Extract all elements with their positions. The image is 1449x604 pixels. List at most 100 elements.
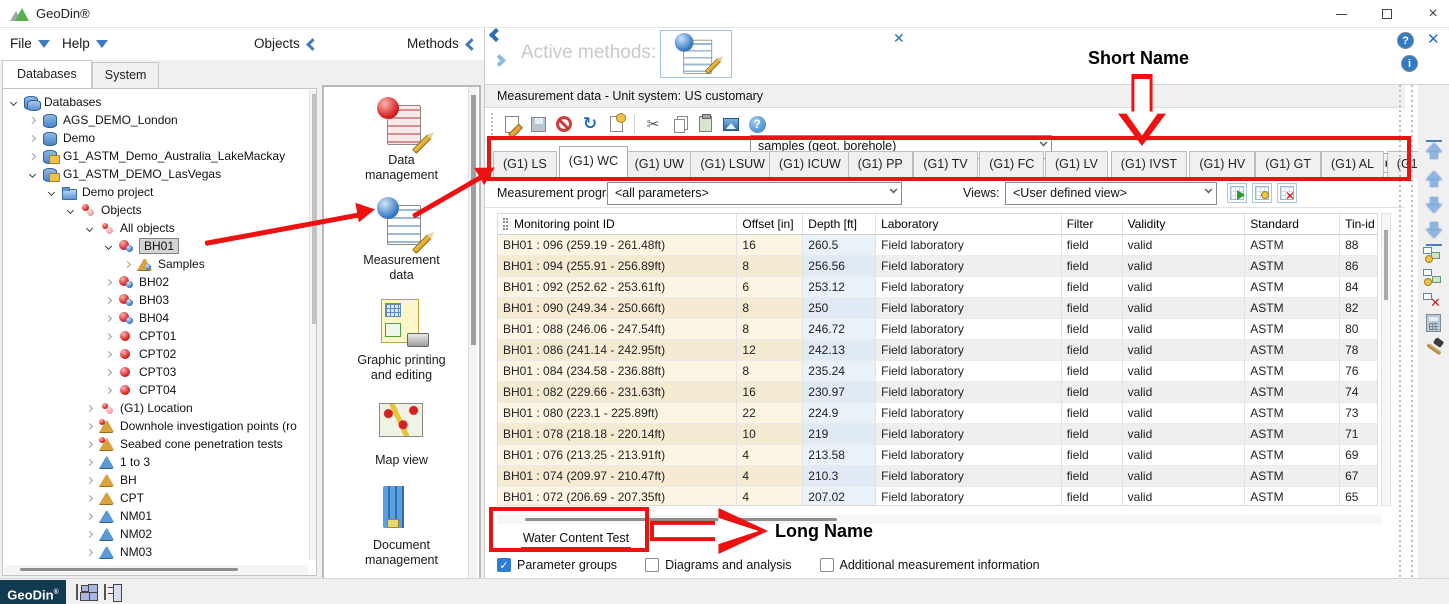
cancel-icon[interactable] [552,112,576,136]
collapse-panel-icon[interactable] [489,28,503,42]
table-row[interactable]: BH01 : 076 (213.25 - 213.91ft)4213.58Fie… [498,445,1377,466]
help-icon[interactable]: ? [745,112,769,136]
save-icon[interactable] [526,112,550,136]
checkbox-parameter-groups[interactable]: ✓Parameter groups [497,558,617,572]
method-map-view[interactable]: Map view [332,397,472,468]
views-dropdown[interactable]: <User defined view> [1005,182,1217,205]
refresh-icon[interactable]: ↻ [578,112,602,136]
apply-view-icon[interactable] [1227,183,1247,203]
chevron-collapsed-icon[interactable] [105,386,112,393]
chevron-collapsed-icon[interactable] [86,512,93,519]
chevron-collapsed-icon[interactable] [86,530,93,537]
tree-item-samples[interactable]: Samples [3,255,303,273]
tree-vertical-scrollbar[interactable] [309,90,317,560]
method-graphic-printing[interactable]: Graphic printingand editing [332,297,472,383]
column-header-laboratory[interactable]: Laboratory [876,214,1062,235]
tree-item-g1-astm-demo-australia-lakemackay[interactable]: G1_ASTM_Demo_Australia_LakeMackay [3,147,303,165]
method-tab-g1-tv[interactable]: (G1) TV [913,151,977,178]
method-tab-g1-ivst[interactable]: (G1) IVST [1111,151,1187,178]
calculator-icon[interactable] [1423,313,1445,335]
move-top-icon[interactable] [1423,143,1445,165]
checkbox-checked-icon[interactable]: ✓ [497,558,511,572]
tree-item-objects[interactable]: Objects [3,201,303,219]
method-tab-g1-lv[interactable]: (G1) LV [1045,151,1108,178]
chevron-collapsed-icon[interactable] [86,476,93,483]
tree-horizontal-scrollbar[interactable] [4,565,308,575]
image-icon[interactable] [719,112,743,136]
chevron-collapsed-icon[interactable] [105,314,112,321]
chevron-collapsed-icon[interactable] [86,440,93,447]
column-header-validity[interactable]: Validity [1123,214,1246,235]
method-tab-g1-gt[interactable]: (G1) GT [1255,151,1321,178]
chevron-collapsed-icon[interactable] [124,260,131,267]
method-document-management[interactable]: Documentmanagement [332,482,472,568]
method-tab-g1-pp[interactable]: (G1) PP [848,151,913,178]
checkbox-unchecked-icon[interactable] [820,558,834,572]
method-measurement-data[interactable]: Measurementdata [332,197,472,283]
menu-methods[interactable]: Methods [407,36,476,51]
chevron-collapsed-icon[interactable] [105,296,112,303]
method-data-management[interactable]: Datamanagement [332,97,472,183]
column-header-filter[interactable]: Filter [1062,214,1123,235]
tree-item-downhole-investigation-points-ro[interactable]: Downhole investigation points (ro [3,417,303,435]
table-row[interactable]: BH01 : 080 (223.1 - 225.89ft)22224.9Fiel… [498,403,1377,424]
method-tab-g1-icuw[interactable]: (G1) ICUW [769,151,851,178]
menu-file[interactable]: File [10,36,50,51]
layout-grid-icon[interactable] [76,584,94,600]
tree-item-bh02[interactable]: BH02 [3,273,303,291]
chevron-collapsed-icon[interactable] [29,134,36,141]
chevron-collapsed-icon[interactable] [86,422,93,429]
chevron-collapsed-icon[interactable] [105,332,112,339]
chevron-collapsed-icon[interactable] [105,278,112,285]
tree-item-g1-astm-demo-lasvegas[interactable]: G1_ASTM_DEMO_LasVegas [3,165,303,183]
tree-item-cpt[interactable]: CPT [3,489,303,507]
tools-icon[interactable] [1423,337,1445,359]
edit-icon[interactable] [500,112,524,136]
move-down-icon[interactable] [1423,197,1445,219]
chevron-collapsed-icon[interactable] [86,548,93,555]
table-row[interactable]: BH01 : 074 (209.97 - 210.47ft)4210.3Fiel… [498,466,1377,487]
table-horizontal-scrollbar[interactable] [497,515,1381,524]
move-up-icon[interactable] [1423,171,1445,193]
maximize-button[interactable] [1364,0,1410,28]
tree-item-seabed-cone-penetration-tests[interactable]: Seabed cone penetration tests [3,435,303,453]
chevron-collapsed-icon[interactable] [105,350,112,357]
tree-item-1-to-3[interactable]: 1 to 3 [3,453,303,471]
method-tab-g1-uw[interactable]: (G1) UW [625,151,694,178]
table-row[interactable]: BH01 : 084 (234.58 - 236.88ft)8235.24Fie… [498,361,1377,382]
tab-system[interactable]: System [92,62,160,88]
tree-item-cpt02[interactable]: CPT02 [3,345,303,363]
tab-databases[interactable]: Databases [2,60,92,88]
cut-icon[interactable]: ✂ [641,112,665,136]
table-row[interactable]: BH01 : 090 (249.34 - 250.66ft)8250Field … [498,298,1377,319]
tree-item-bh[interactable]: BH [3,471,303,489]
methods-close-icon[interactable]: ✕ [1427,30,1440,48]
move-bottom-icon[interactable] [1423,222,1445,244]
chevron-collapsed-icon[interactable] [29,116,36,123]
chevron-expanded-icon[interactable] [105,242,112,249]
column-header-monitoring-point-id[interactable]: Monitoring point ID [498,214,737,235]
table-row[interactable]: BH01 : 078 (218.18 - 220.14ft)10219Field… [498,424,1377,445]
info-icon[interactable]: i [1401,55,1418,72]
table-row[interactable]: BH01 : 086 (241.14 - 242.95ft)12242.13Fi… [498,340,1377,361]
column-header-standard[interactable]: Standard [1245,214,1340,235]
minimize-button[interactable] [1318,0,1364,28]
tree-item-cpt04[interactable]: CPT04 [3,381,303,399]
checkbox-additional-measurement-information[interactable]: Additional measurement information [820,558,1040,572]
insert-above-icon[interactable] [1423,246,1445,268]
chevron-collapsed-icon[interactable] [29,152,36,159]
tree-item-cpt03[interactable]: CPT03 [3,363,303,381]
tree-item-bh04[interactable]: BH04 [3,309,303,327]
chevron-expanded-icon[interactable] [10,98,17,105]
tree-item-cpt01[interactable]: CPT01 [3,327,303,345]
toolbar-grip[interactable] [491,113,495,135]
paste-icon[interactable] [693,112,717,136]
chevron-collapsed-icon[interactable] [105,368,112,375]
method-tab-g1-lsuw[interactable]: (G1) LSUW [690,151,775,178]
measurement-program-dropdown[interactable]: <all parameters> [607,182,902,205]
edit-view-icon[interactable] [1252,183,1272,203]
tree-item-demo[interactable]: Demo [3,129,303,147]
active-method-measurement-data[interactable]: ✕ [660,30,732,78]
tree-item-nm02[interactable]: NM02 [3,525,303,543]
table-row[interactable]: BH01 : 092 (252.62 - 253.61ft)6253.12Fie… [498,277,1377,298]
